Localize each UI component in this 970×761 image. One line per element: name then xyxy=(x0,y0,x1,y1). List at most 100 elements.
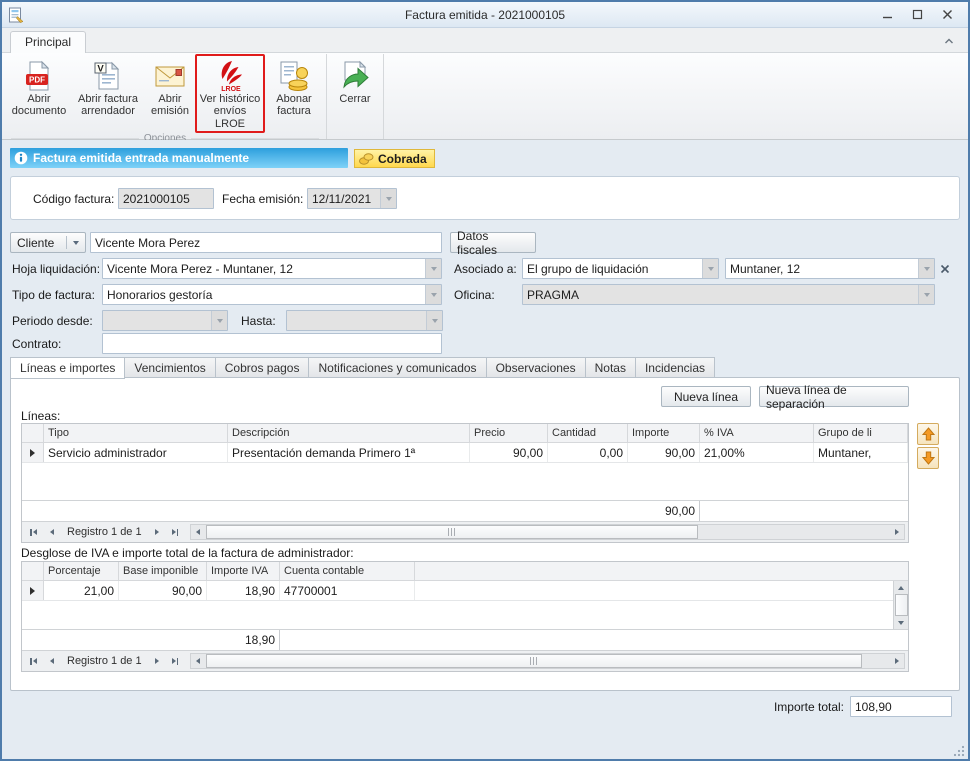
chevron-down-icon[interactable] xyxy=(425,259,441,278)
titlebar[interactable]: Factura emitida - 2021000105 xyxy=(2,2,968,28)
asociado-detalle-combo[interactable]: Muntaner, 12 xyxy=(725,258,935,279)
scroll-left-button[interactable] xyxy=(191,654,206,668)
cliente-button[interactable]: Cliente xyxy=(10,232,86,253)
datos-fiscales-button[interactable]: Datos fiscales xyxy=(450,232,536,253)
scrollbar-track[interactable] xyxy=(206,654,889,668)
cell-descripcion[interactable]: Presentación demanda Primero 1ª xyxy=(228,443,470,462)
table-row[interactable]: 21,00 90,00 18,90 47700001 xyxy=(22,581,908,601)
scroll-left-button[interactable] xyxy=(191,525,206,539)
chevron-down-icon[interactable] xyxy=(211,311,227,330)
asociado-a-combo[interactable]: El grupo de liquidación xyxy=(522,258,719,279)
col-header-cuenta-contable[interactable]: Cuenta contable xyxy=(280,562,415,580)
col-header-descripcion[interactable]: Descripción xyxy=(228,424,470,442)
col-header-precio[interactable]: Precio xyxy=(470,424,548,442)
next-record-button[interactable] xyxy=(149,524,166,540)
next-record-button[interactable] xyxy=(149,653,166,669)
cell-cuenta-contable[interactable]: 47700001 xyxy=(280,581,415,600)
chevron-down-icon[interactable] xyxy=(426,311,442,330)
last-record-button[interactable] xyxy=(167,524,184,540)
minimize-button[interactable] xyxy=(874,6,900,24)
col-header-tipo[interactable]: Tipo xyxy=(44,424,228,442)
cerrar-button[interactable]: Cerrar xyxy=(330,54,380,124)
tab-notas[interactable]: Notas xyxy=(585,357,635,378)
cell-grupo[interactable]: Muntaner, xyxy=(814,443,908,462)
tab-lineas-e-importes[interactable]: Líneas e importes xyxy=(10,357,125,379)
tab-cobros-pagos[interactable]: Cobros pagos xyxy=(215,357,309,378)
clear-asociado-button[interactable] xyxy=(937,258,953,279)
col-header-grupo[interactable]: Grupo de li xyxy=(814,424,908,442)
tipo-factura-combo[interactable]: Honorarios gestoría xyxy=(102,284,442,305)
abrir-factura-arrendador-button[interactable]: V Abrir factura arrendador xyxy=(71,54,145,133)
cell-tipo[interactable]: Servicio administrador xyxy=(44,443,228,462)
horizontal-scrollbar[interactable] xyxy=(190,653,905,669)
first-record-button[interactable] xyxy=(25,653,42,669)
lines-summary-row: 90,00 xyxy=(22,500,908,521)
iva-record-navigator: Registro 1 de 1 xyxy=(22,650,908,671)
asociado-detalle-value: Muntaner, 12 xyxy=(726,259,918,278)
col-header-porcentaje[interactable]: Porcentaje xyxy=(44,562,119,580)
move-line-down-button[interactable] xyxy=(917,447,939,469)
contrato-field[interactable] xyxy=(102,333,442,354)
col-header-cantidad[interactable]: Cantidad xyxy=(548,424,628,442)
resize-grip[interactable] xyxy=(952,744,965,757)
scrollbar-track[interactable] xyxy=(206,525,889,539)
tab-principal[interactable]: Principal xyxy=(10,31,86,53)
chevron-down-icon[interactable] xyxy=(380,189,396,208)
oficina-value: PRAGMA xyxy=(523,285,918,304)
cell-precio[interactable]: 90,00 xyxy=(470,443,548,462)
ver-historico-envios-lroe-button[interactable]: LROE Ver histórico envíos LROE xyxy=(195,54,265,133)
nueva-linea-separacion-button[interactable]: Nueva línea de separación xyxy=(759,386,909,407)
cell-importe[interactable]: 90,00 xyxy=(628,443,700,462)
oficina-combo[interactable]: PRAGMA xyxy=(522,284,935,305)
chevron-down-icon[interactable] xyxy=(918,285,934,304)
codigo-factura-field[interactable]: 2021000105 xyxy=(118,188,214,209)
prev-record-button[interactable] xyxy=(43,524,60,540)
scrollbar-thumb[interactable] xyxy=(206,654,862,668)
close-button[interactable] xyxy=(934,6,960,24)
cell-importe-iva[interactable]: 18,90 xyxy=(207,581,280,600)
scroll-down-button[interactable] xyxy=(894,616,908,629)
abrir-documento-button[interactable]: PDF Abrir documento xyxy=(7,54,71,133)
chevron-down-icon[interactable] xyxy=(918,259,934,278)
col-header-importe[interactable]: Importe xyxy=(628,424,700,442)
scroll-right-button[interactable] xyxy=(889,525,904,539)
tab-incidencias[interactable]: Incidencias xyxy=(635,357,715,378)
scrollbar-thumb[interactable] xyxy=(206,525,698,539)
last-record-button[interactable] xyxy=(167,653,184,669)
importe-total-field[interactable]: 108,90 xyxy=(850,696,952,717)
cell-iva[interactable]: 21,00% xyxy=(700,443,814,462)
col-header-importe-iva[interactable]: Importe IVA xyxy=(207,562,280,580)
resize-grip-dots-icon xyxy=(952,744,965,757)
maximize-button[interactable] xyxy=(904,6,930,24)
scroll-right-button[interactable] xyxy=(889,654,904,668)
nueva-linea-button[interactable]: Nueva línea xyxy=(661,386,751,407)
move-line-up-button[interactable] xyxy=(917,423,939,445)
cell-porcentaje[interactable]: 21,00 xyxy=(44,581,119,600)
tab-vencimientos[interactable]: Vencimientos xyxy=(125,357,214,378)
abrir-emision-button[interactable]: Abrir emisión xyxy=(145,54,195,133)
scrollbar-thumb[interactable] xyxy=(895,594,908,616)
first-record-button[interactable] xyxy=(25,524,42,540)
table-row[interactable]: Servicio administrador Presentación dema… xyxy=(22,443,908,463)
fecha-emision-field[interactable]: 12/11/2021 xyxy=(307,188,397,209)
collapse-ribbon-button[interactable] xyxy=(940,33,958,49)
cliente-name-field[interactable]: Vicente Mora Perez xyxy=(90,232,442,253)
periodo-hasta-field[interactable] xyxy=(286,310,443,331)
col-header-iva[interactable]: % IVA xyxy=(700,424,814,442)
hoja-liquidacion-label: Hoja liquidación: xyxy=(12,258,100,279)
tab-observaciones[interactable]: Observaciones xyxy=(486,357,585,378)
hoja-liquidacion-combo[interactable]: Vicente Mora Perez - Muntaner, 12 xyxy=(102,258,442,279)
iva-summary-row: 18,90 xyxy=(22,629,908,650)
cell-cantidad[interactable]: 0,00 xyxy=(548,443,628,462)
prev-record-button[interactable] xyxy=(43,653,60,669)
horizontal-scrollbar[interactable] xyxy=(190,524,905,540)
abonar-factura-button[interactable]: Abonar factura xyxy=(265,54,323,133)
scroll-up-button[interactable] xyxy=(894,581,908,594)
periodo-desde-field[interactable] xyxy=(102,310,228,331)
vertical-scrollbar[interactable] xyxy=(893,581,908,629)
cell-base-imponible[interactable]: 90,00 xyxy=(119,581,207,600)
col-header-base-imponible[interactable]: Base imponible xyxy=(119,562,207,580)
tab-notificaciones[interactable]: Notificaciones y comunicados xyxy=(308,357,485,378)
chevron-down-icon[interactable] xyxy=(702,259,718,278)
chevron-down-icon[interactable] xyxy=(425,285,441,304)
